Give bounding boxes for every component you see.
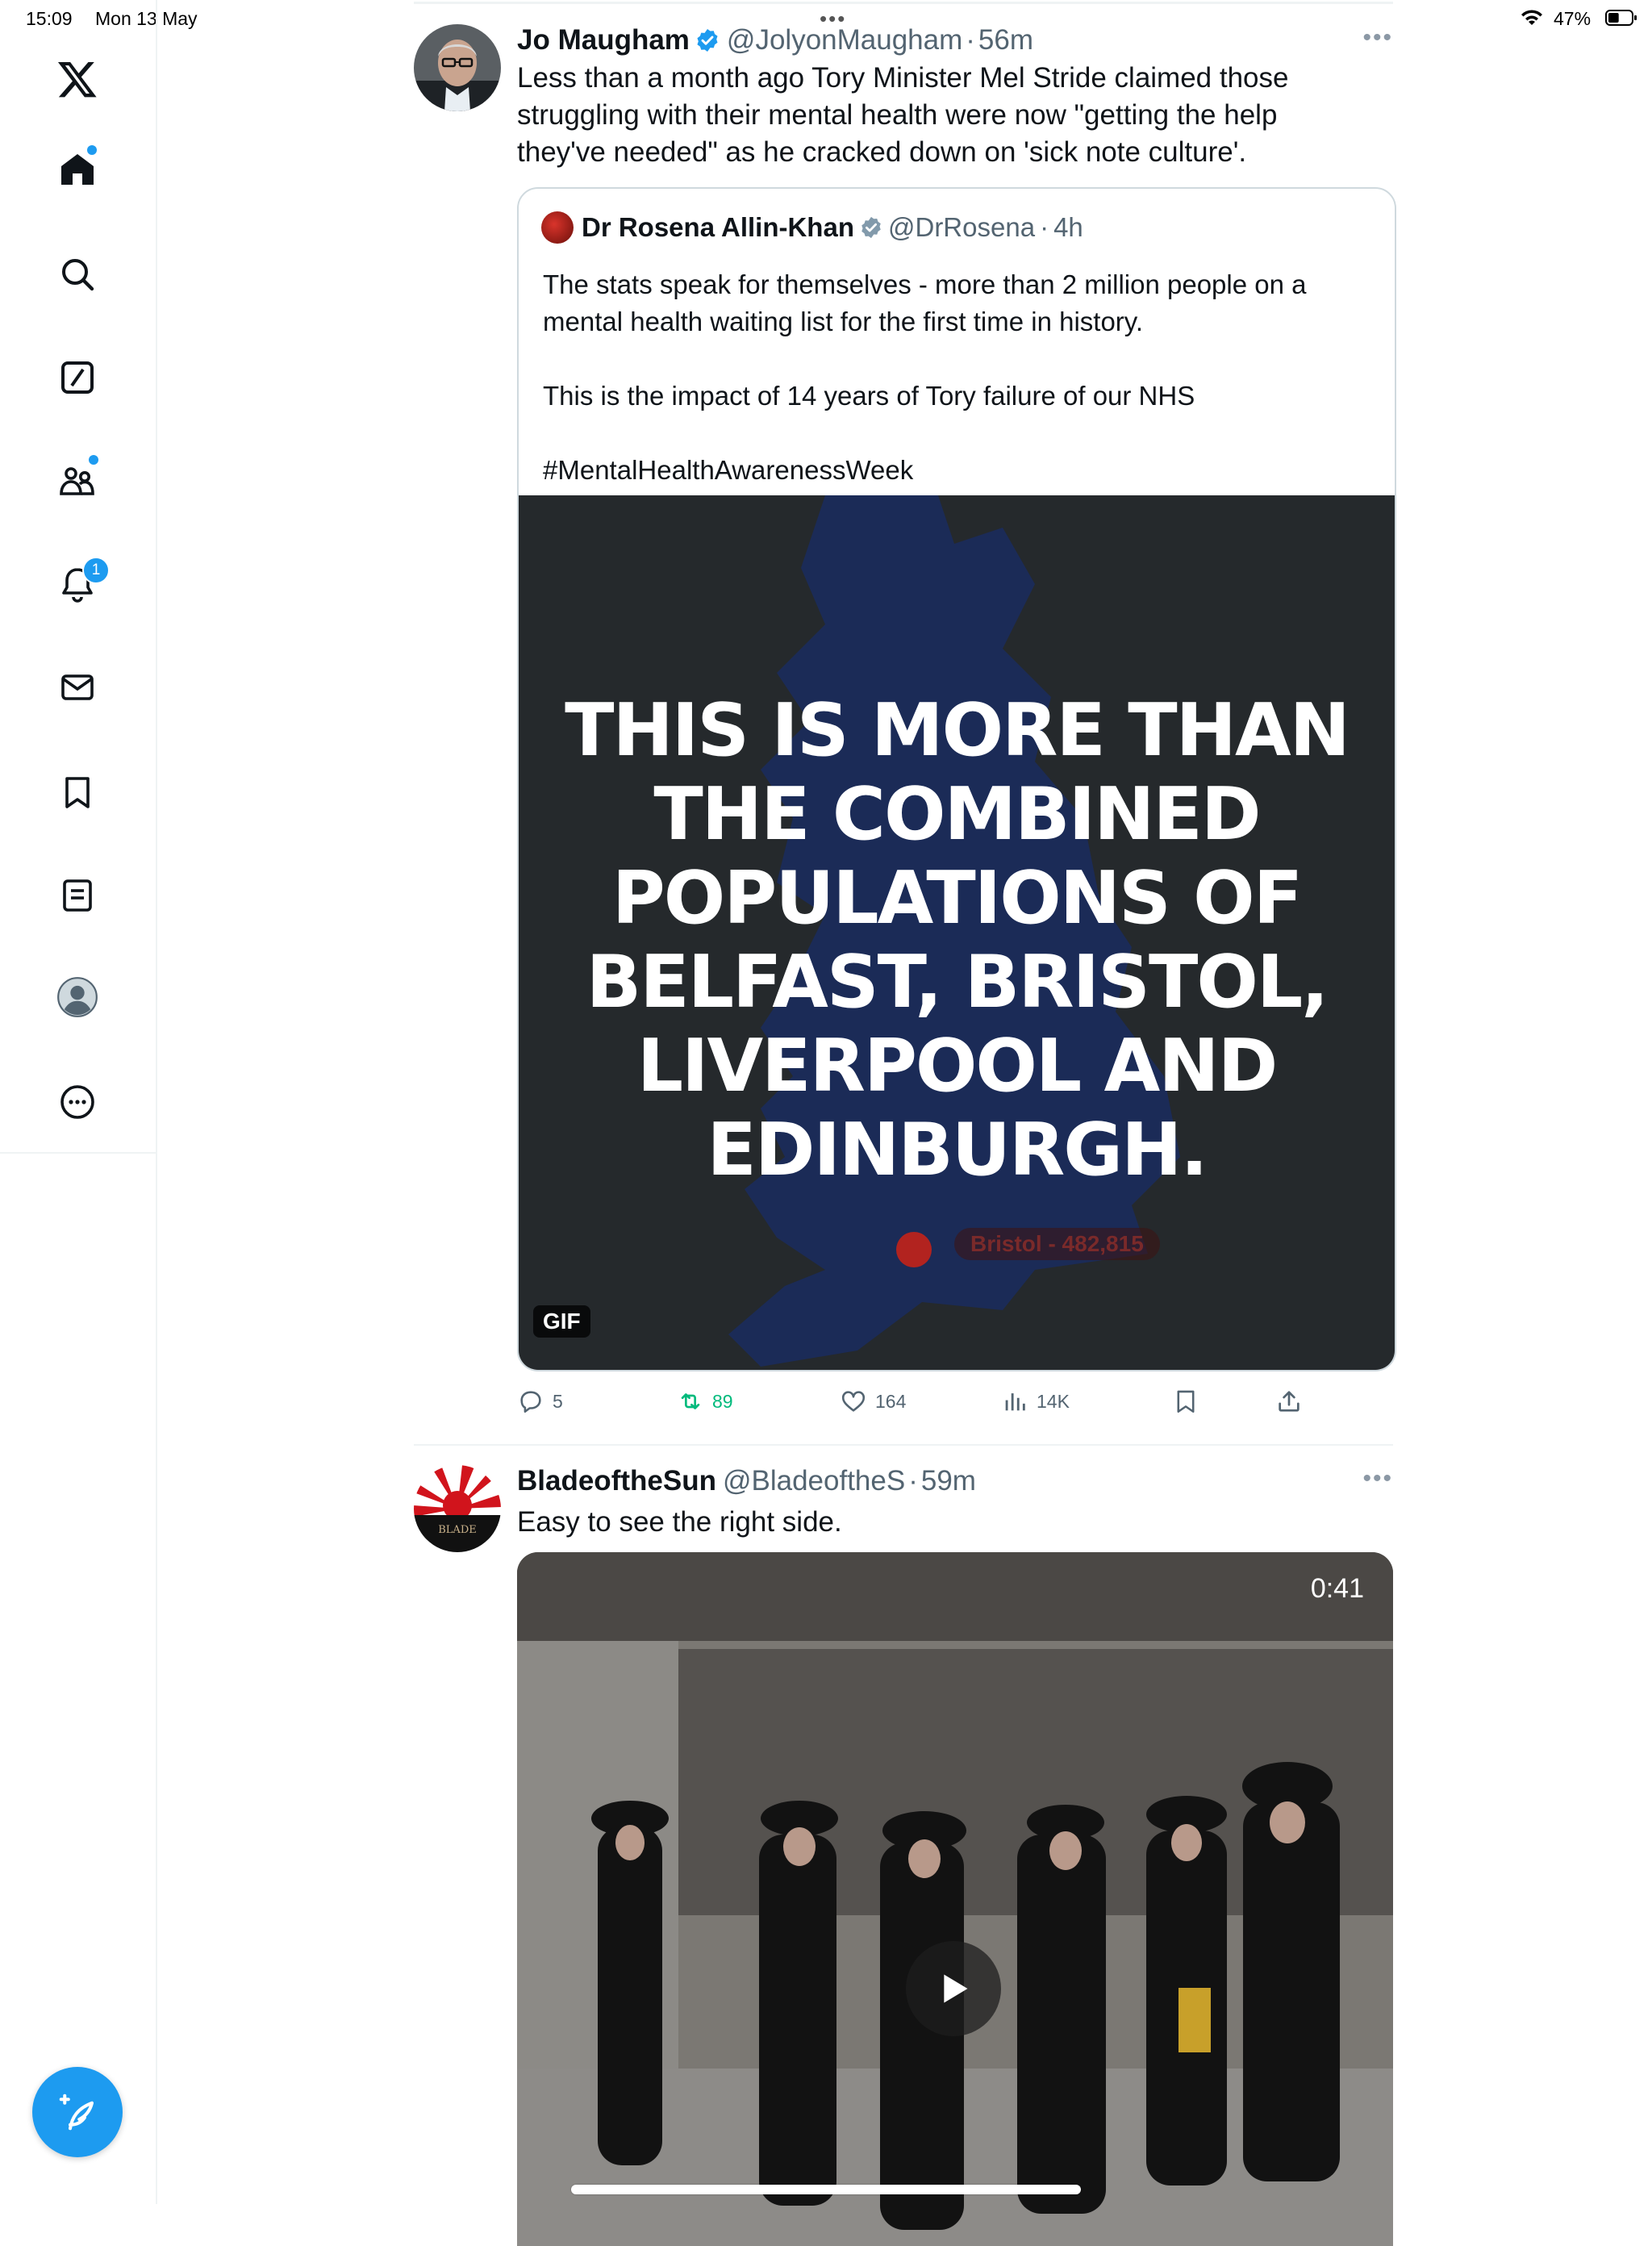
like-button[interactable]: 164 (840, 1388, 906, 1415)
avatar-photo: BLADE (414, 1465, 501, 1552)
battery-icon (1605, 10, 1637, 26)
feed-top-divider (414, 2, 1393, 4)
views-button[interactable]: 14K (1001, 1388, 1070, 1415)
sidebar-item-x-logo[interactable] (47, 48, 108, 110)
bookmark-icon (1177, 1390, 1195, 1413)
sidebar: 1 (0, 0, 157, 2204)
profile-icon (57, 977, 98, 1017)
sidebar-item-communities[interactable] (47, 450, 108, 511)
sidebar-item-messages[interactable] (47, 657, 108, 718)
mail-icon (61, 674, 94, 700)
home-indicator[interactable] (571, 2185, 1081, 2194)
video-player[interactable]: 0:41 (517, 1552, 1393, 2246)
notifications-badge: 1 (82, 557, 110, 584)
sidebar-item-notifications[interactable]: 1 (47, 553, 110, 615)
quoted-tweet[interactable]: Dr Rosena Allin-Khan @DrRosena · 4h The … (517, 187, 1396, 1371)
sidebar-item-more[interactable] (47, 1071, 108, 1133)
wifi-icon (1521, 10, 1542, 25)
sidebar-item-lists[interactable] (47, 865, 108, 926)
heart-icon (841, 1391, 866, 1412)
separator-dot: · (908, 1465, 918, 1497)
repost-icon (681, 1393, 700, 1409)
share-button[interactable] (1275, 1388, 1311, 1415)
tweet-time[interactable]: 59m (921, 1465, 976, 1497)
author-handle[interactable]: @BladeoftheS (723, 1465, 905, 1497)
quoted-tweet-text: The stats speak for themselves - more th… (543, 269, 1307, 485)
home-icon (61, 154, 94, 185)
communities-notification-dot (89, 455, 98, 465)
compose-button[interactable] (32, 2067, 123, 2157)
tweet-header: BladeoftheSun @BladeoftheS · 59m (517, 1465, 976, 1497)
list-icon (63, 879, 92, 912)
quoted-author-name: Dr Rosena Allin-Khan (582, 212, 854, 242)
reply-icon (520, 1391, 541, 1413)
sidebar-item-home[interactable] (47, 139, 108, 200)
author-name[interactable]: Jo Maugham (517, 24, 690, 56)
quoted-tweet-header: Dr Rosena Allin-Khan @DrRosena · 4h (541, 211, 1083, 244)
quoted-gif-media[interactable]: THIS IS MORE THAN THE COMBINED POPULATIO… (519, 495, 1395, 1370)
map-label: Bristol - 482,815 (954, 1228, 1160, 1260)
views-count: 14K (1037, 1390, 1070, 1412)
tweet-actions: 5 89 164 14K (517, 1388, 1372, 1428)
avatar[interactable]: BLADE (414, 1465, 501, 1552)
more-options-icon[interactable]: ••• (1362, 1465, 1393, 1492)
sidebar-item-bookmarks[interactable] (47, 762, 108, 823)
tweet-header: Jo Maugham @JolyonMaugham · 56m (517, 24, 1033, 56)
play-button[interactable] (906, 1941, 1001, 2036)
author-name[interactable]: BladeoftheSun (517, 1465, 716, 1497)
verified-badge-icon (697, 29, 718, 52)
grok-icon (61, 361, 94, 394)
avatar-logo-text: BLADE (438, 1524, 477, 1536)
avatar-photo (414, 24, 501, 111)
compose-icon (59, 2094, 94, 2131)
sidebar-item-grok[interactable] (47, 347, 108, 408)
quoted-avatar (541, 211, 574, 244)
more-circle-icon (60, 1085, 94, 1119)
search-icon (62, 259, 94, 291)
battery-percent: 47% (1554, 8, 1592, 29)
avatar[interactable] (414, 24, 501, 111)
tweet-divider (414, 1444, 1393, 1446)
like-count: 164 (875, 1390, 907, 1412)
author-handle[interactable]: @JolyonMaugham (727, 24, 962, 56)
quoted-tweet-time: 4h (1053, 212, 1083, 242)
separator-dot: · (966, 24, 975, 56)
separator-dot: · (1040, 212, 1049, 242)
repost-count: 89 (712, 1390, 733, 1412)
sidebar-item-search[interactable] (47, 244, 108, 305)
share-icon (1279, 1391, 1299, 1412)
quoted-author-handle: @DrRosena (887, 212, 1036, 242)
bookmark-button[interactable] (1172, 1388, 1208, 1415)
video-frame (517, 1552, 1393, 2246)
reply-count: 5 (553, 1390, 563, 1412)
verified-badge-icon (861, 216, 881, 239)
tweet-text: Easy to see the right side. (517, 1506, 842, 1538)
sidebar-divider (0, 1152, 156, 1154)
reply-button[interactable]: 5 (517, 1388, 563, 1415)
play-icon (944, 1974, 968, 2003)
x-logo-icon (57, 61, 97, 98)
bookmark-icon (65, 777, 90, 808)
tweet-time[interactable]: 56m (978, 24, 1033, 56)
tweet-text: Less than a month ago Tory Minister Mel … (517, 62, 1289, 168)
gif-badge: GIF (533, 1305, 590, 1338)
views-chart-icon (1005, 1393, 1025, 1411)
home-notification-dot (87, 145, 97, 155)
repost-button[interactable]: 89 (677, 1388, 733, 1415)
video-duration: 0:41 (1310, 1573, 1364, 1604)
more-options-icon[interactable]: ••• (1362, 24, 1393, 52)
gif-caption: THIS IS MORE THAN THE COMBINED POPULATIO… (565, 688, 1350, 1192)
sidebar-item-profile[interactable] (47, 966, 108, 1028)
communities-icon (60, 467, 94, 495)
